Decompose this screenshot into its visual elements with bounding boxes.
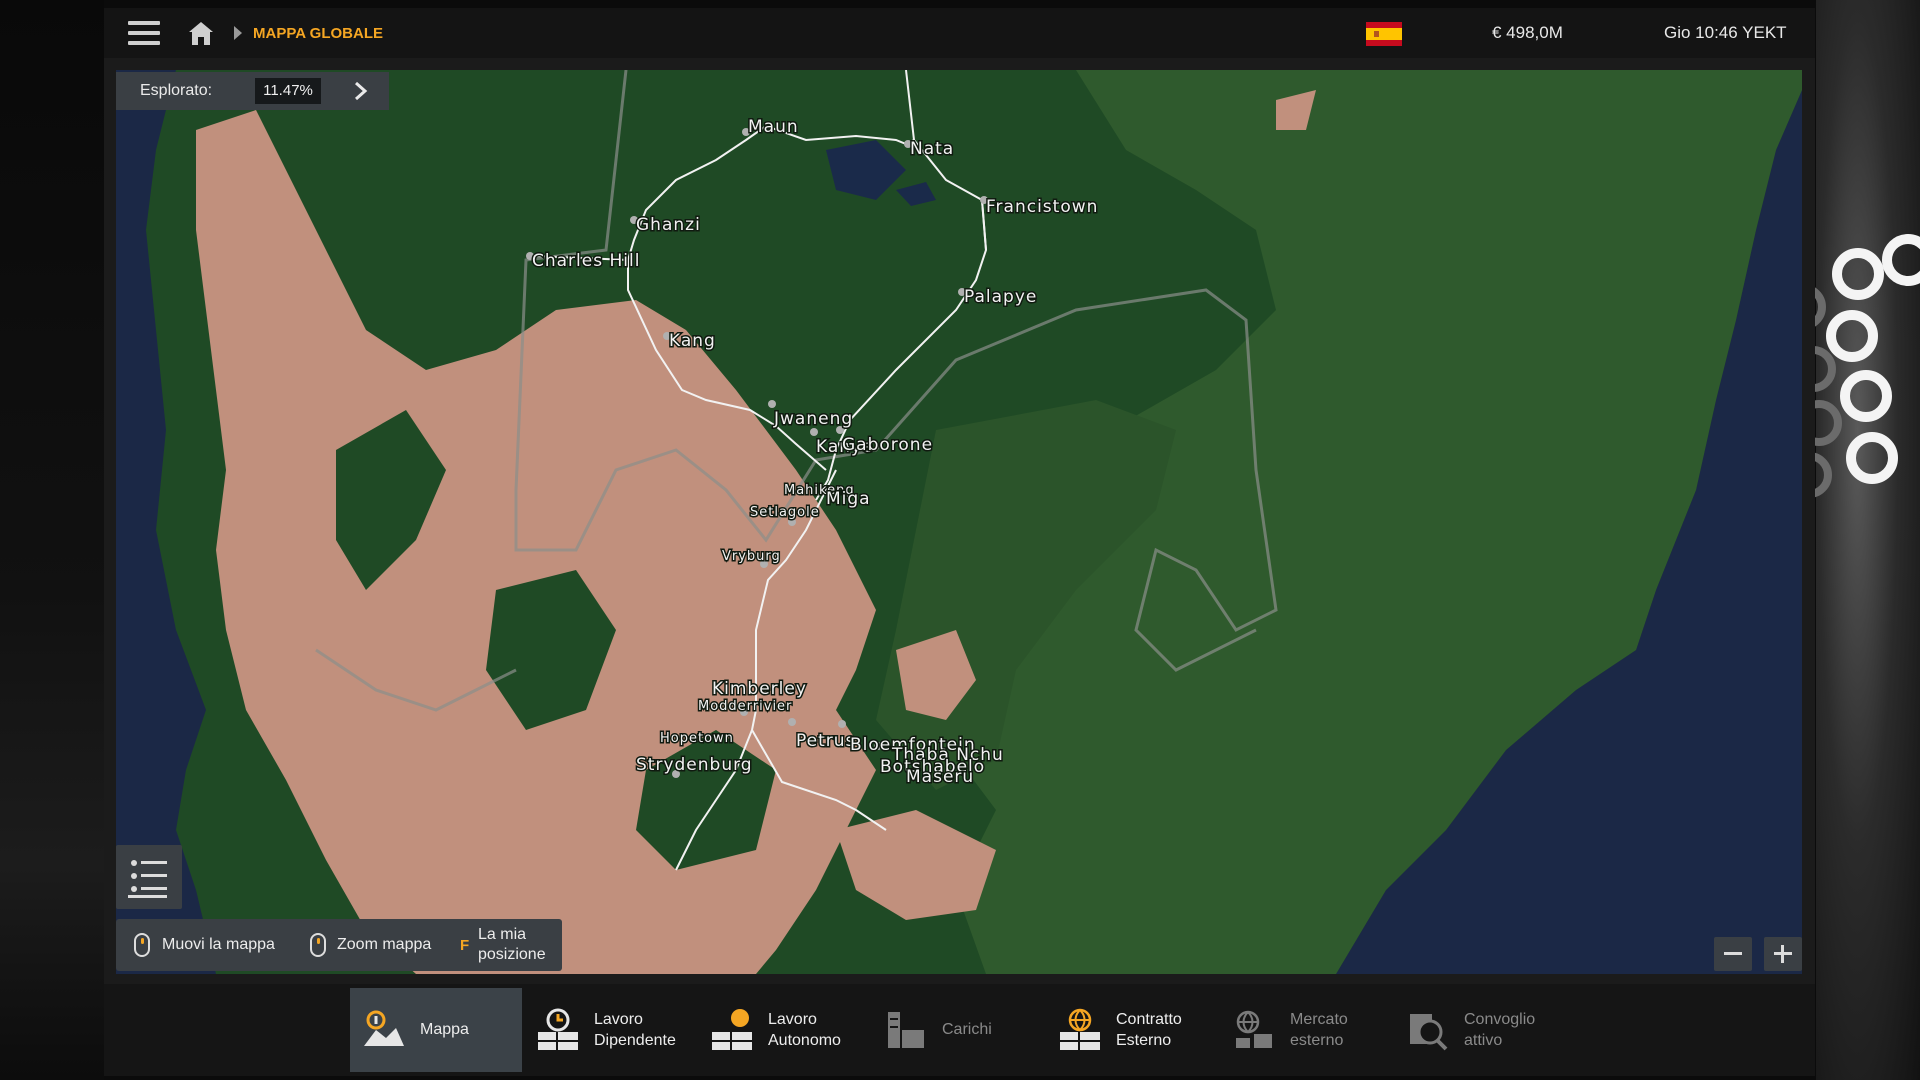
city-label[interactable]: Nata <box>909 138 955 161</box>
move-map-label: Muovi la mappa <box>162 936 275 953</box>
city-label[interactable]: Ghanzi <box>635 214 702 237</box>
breadcrumb-arrow-icon <box>234 26 242 40</box>
game-clock: Gio 10:46 YEKT <box>1664 23 1787 42</box>
city-dot[interactable] <box>788 718 796 726</box>
city-label[interactable]: Gaborone <box>841 434 934 457</box>
city-dot[interactable] <box>810 428 818 436</box>
nav-tab-label-line1: Contratto <box>1116 1011 1182 1028</box>
globe-contract-icon <box>1060 1008 1100 1050</box>
my-position-label-line2[interactable]: posizione <box>478 945 546 965</box>
city-label[interactable]: Hopetown <box>659 730 735 748</box>
city-label[interactable]: Vryburg <box>721 548 782 566</box>
zoom-in-button[interactable] <box>1764 937 1802 971</box>
city-label[interactable]: Maseru <box>905 766 975 789</box>
city-label[interactable]: Kimberley <box>711 678 808 701</box>
chevron-right-icon[interactable] <box>350 81 370 101</box>
legend-list-icon <box>128 860 167 898</box>
my-position-label-line1[interactable]: La mia <box>478 925 526 945</box>
bottom-nav-bar: Mappa Lavoro Dipendente Lavoro Autonomo … <box>104 984 1815 1076</box>
city-label[interactable]: Strydenburg <box>635 754 754 777</box>
home-icon[interactable] <box>186 18 216 48</box>
city-label[interactable]: Kang <box>668 330 717 353</box>
background-right-panel <box>1780 0 1920 1080</box>
zoom-out-button[interactable] <box>1714 937 1752 971</box>
city-label[interactable]: Charles Hill <box>531 250 641 273</box>
light-ring-icon <box>1846 432 1898 484</box>
key-hint-f: F <box>460 937 470 954</box>
city-label[interactable]: Miga <box>825 488 872 511</box>
nav-tab-label-line2: Autonomo <box>768 1032 841 1049</box>
nav-tab-active-convoy[interactable]: Convoglio attivo <box>1394 988 1566 1072</box>
city-dot[interactable] <box>838 720 846 728</box>
nav-tab-cargo[interactable]: Carichi <box>872 988 1044 1072</box>
mouse-drag-icon <box>134 933 150 957</box>
city-label[interactable]: Modderrivier <box>697 698 793 716</box>
nav-tab-label-line2: attivo <box>1464 1032 1503 1049</box>
clock-job-icon <box>538 1008 578 1050</box>
nav-tab-label-line2: Dipendente <box>594 1032 676 1049</box>
background-left-panel <box>0 0 104 1080</box>
convoy-icon <box>1410 1014 1448 1051</box>
explored-value: 11.47% <box>255 78 321 104</box>
world-map[interactable]: Maun Nata Francistown Ghanzi Charles Hil… <box>116 70 1802 974</box>
globe-market-icon <box>1236 1010 1272 1048</box>
light-ring-icon <box>1826 310 1878 362</box>
light-ring-icon <box>1840 370 1892 422</box>
light-ring-icon <box>1832 248 1884 300</box>
top-bar: MAPPA GLOBALE € 498,0M Gio 10:46 YEKT <box>104 8 1815 58</box>
nav-tab-employee-job[interactable]: Lavoro Dipendente <box>524 988 696 1072</box>
nav-tab-external-market[interactable]: Mercato esterno <box>1220 988 1392 1072</box>
zoom-map-label: Zoom mappa <box>337 936 432 953</box>
breadcrumb[interactable]: MAPPA GLOBALE <box>253 25 383 42</box>
nav-tab-map[interactable]: Mappa <box>350 988 522 1072</box>
money-balance: € 498,0M <box>1492 23 1563 42</box>
nav-tab-label: Mappa <box>420 1021 469 1038</box>
city-label[interactable]: Palapye <box>963 286 1038 309</box>
explored-panel: Esplorato: 11.47% <box>116 72 389 110</box>
explored-label: Esplorato: <box>140 82 213 99</box>
freight-job-icon <box>712 1009 752 1050</box>
city-label[interactable]: Jwaneng <box>772 408 854 431</box>
nav-tab-label-line2: esterno <box>1290 1032 1344 1049</box>
spain-flag-icon <box>1366 22 1402 46</box>
nav-tab-label-line1: Lavoro <box>594 1011 643 1028</box>
nav-tab-label-line2: Esterno <box>1116 1032 1172 1049</box>
light-ring-icon <box>1882 234 1920 286</box>
nav-tab-freelance-job[interactable]: Lavoro Autonomo <box>698 988 870 1072</box>
nav-tab-label: Carichi <box>942 1021 992 1038</box>
nav-tab-label-line1: Convoglio <box>1464 1011 1536 1028</box>
controls-hint-bar: Muovi la mappa Zoom mappa F La mia posiz… <box>116 919 562 971</box>
hamburger-menu-icon[interactable] <box>128 21 160 45</box>
nav-tab-external-contract[interactable]: Contratto Esterno <box>1046 988 1218 1072</box>
map-icon <box>364 1010 404 1046</box>
city-label[interactable]: Maun <box>747 116 800 139</box>
city-label[interactable]: Petrus <box>795 730 856 753</box>
city-label[interactable]: Francistown <box>985 196 1099 219</box>
city-label[interactable]: Setlagole <box>749 504 821 522</box>
map-legend-button[interactable] <box>116 845 182 909</box>
nav-tab-label-line1: Mercato <box>1290 1011 1348 1028</box>
mouse-wheel-icon <box>310 933 326 957</box>
nav-tab-label-line1: Lavoro <box>768 1011 817 1028</box>
city-dot[interactable] <box>768 400 776 408</box>
cargo-icon <box>888 1012 924 1048</box>
